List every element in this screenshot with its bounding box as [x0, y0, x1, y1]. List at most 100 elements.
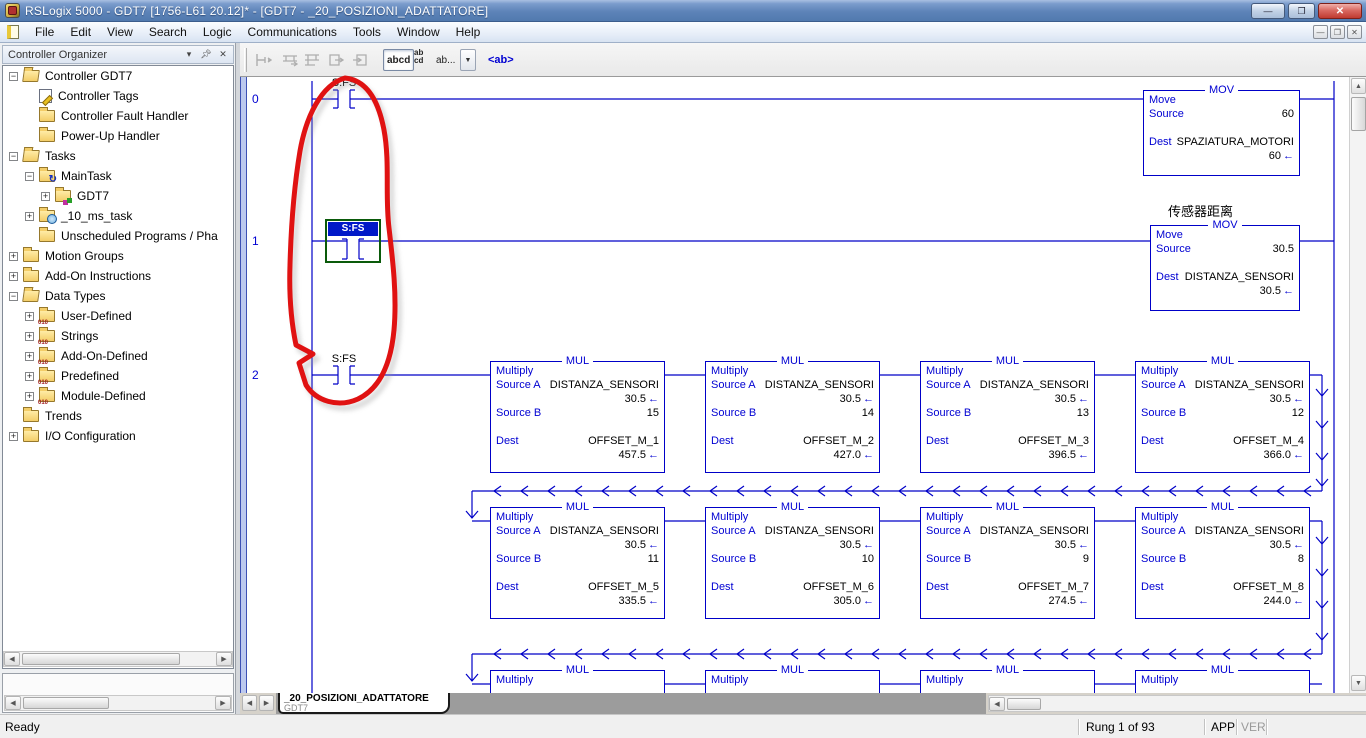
- mul-instruction[interactable]: MUL Multiply Source ADISTANZA_SENSORI 30…: [1135, 361, 1310, 473]
- expand-icon[interactable]: +: [25, 332, 34, 341]
- expand-icon[interactable]: +: [9, 252, 18, 261]
- source-a-tag[interactable]: DISTANZA_SENSORI: [550, 524, 659, 538]
- scroll-thumb[interactable]: [22, 653, 180, 665]
- panel-close-icon[interactable]: ✕: [217, 49, 229, 60]
- expand-icon[interactable]: +: [9, 272, 18, 281]
- mul-instruction[interactable]: MUL Multiply: [920, 670, 1095, 693]
- expand-icon[interactable]: +: [9, 432, 18, 441]
- collapse-icon[interactable]: −: [9, 72, 18, 81]
- collapse-icon[interactable]: −: [9, 152, 18, 161]
- xic-contact-label[interactable]: S:FS: [314, 77, 374, 89]
- tree-item-controller-tags[interactable]: Controller Tags: [3, 86, 233, 106]
- mul-instruction[interactable]: MUL Multiply Source ADISTANZA_SENSORI 30…: [490, 507, 665, 619]
- dest-tag[interactable]: OFFSET_M_1: [588, 434, 659, 448]
- dest-tag[interactable]: SPAZIATURA_MOTORI: [1177, 135, 1294, 149]
- mul-instruction[interactable]: MUL Multiply Source ADISTANZA_SENSORI 30…: [920, 507, 1095, 619]
- scroll-thumb[interactable]: [1351, 97, 1366, 131]
- mul-instruction[interactable]: MUL Multiply Source ADISTANZA_SENSORI 30…: [705, 361, 880, 473]
- source-a-tag[interactable]: DISTANZA_SENSORI: [765, 524, 874, 538]
- source-a-tag[interactable]: DISTANZA_SENSORI: [980, 524, 1089, 538]
- dest-tag[interactable]: OFFSET_M_7: [1018, 580, 1089, 594]
- expand-icon[interactable]: +: [25, 212, 34, 221]
- new-rung-icon[interactable]: [252, 49, 274, 71]
- tree-item-add-on-instructions[interactable]: +Add-On Instructions: [3, 266, 233, 286]
- source-a-tag[interactable]: DISTANZA_SENSORI: [1195, 378, 1304, 392]
- branch-level-icon[interactable]: [302, 49, 324, 71]
- source-b-value[interactable]: 15: [647, 406, 659, 420]
- tag-display-dropdown[interactable]: ▼: [460, 49, 476, 71]
- menu-view[interactable]: View: [99, 23, 141, 41]
- mul-instruction[interactable]: MUL Multiply Source ADISTANZA_SENSORI 30…: [490, 361, 665, 473]
- dest-tag[interactable]: OFFSET_M_3: [1018, 434, 1089, 448]
- import-rung-icon[interactable]: [350, 49, 372, 71]
- menu-communications[interactable]: Communications: [240, 23, 345, 41]
- source-b-value[interactable]: 8: [1298, 552, 1304, 566]
- rung-number[interactable]: 0: [252, 92, 259, 106]
- source-value[interactable]: 60: [1282, 107, 1294, 121]
- scroll-right-icon[interactable]: ▶: [216, 652, 232, 666]
- source-a-tag[interactable]: DISTANZA_SENSORI: [765, 378, 874, 392]
- rung-number[interactable]: 2: [252, 368, 259, 382]
- ladder-hscrollbar[interactable]: ◀ ▶: [988, 695, 1366, 712]
- menu-tools[interactable]: Tools: [345, 23, 389, 41]
- menu-help[interactable]: Help: [448, 23, 489, 41]
- mul-instruction[interactable]: MUL Multiply: [1135, 670, 1310, 693]
- mul-instruction[interactable]: MUL Multiply Source ADISTANZA_SENSORI 30…: [705, 507, 880, 619]
- scroll-left-icon[interactable]: ◀: [4, 652, 20, 666]
- xic-contact-selected[interactable]: S:FS: [325, 219, 381, 263]
- scroll-right-icon[interactable]: ▶: [215, 696, 231, 710]
- pin-icon[interactable]: 📌︎: [200, 49, 212, 60]
- dest-tag[interactable]: OFFSET_M_2: [803, 434, 874, 448]
- tree-item-data-types[interactable]: −Data Types: [3, 286, 233, 306]
- source-a-tag[interactable]: DISTANZA_SENSORI: [980, 378, 1089, 392]
- scroll-down-icon[interactable]: ▼: [1351, 675, 1366, 691]
- tab-scroll-left-icon[interactable]: ◀: [242, 695, 257, 711]
- mul-instruction[interactable]: MUL Multiply: [705, 670, 880, 693]
- collapse-icon[interactable]: −: [25, 172, 34, 181]
- source-b-value[interactable]: 12: [1292, 406, 1304, 420]
- organizer-hscrollbar[interactable]: ◀ ▶: [3, 651, 233, 667]
- tree-item-trends[interactable]: Trends: [3, 406, 233, 426]
- toggle-tag-wrap-button[interactable]: ab cd: [414, 49, 423, 71]
- source-b-value[interactable]: 11: [648, 552, 659, 566]
- tree-item-user-defined[interactable]: +User-Defined: [3, 306, 233, 326]
- tree-item-add-on-defined[interactable]: +Add-On-Defined: [3, 346, 233, 366]
- expand-icon[interactable]: +: [41, 192, 50, 201]
- mul-instruction[interactable]: MUL Multiply Source ADISTANZA_SENSORI 30…: [920, 361, 1095, 473]
- tree-item-module-defined[interactable]: +Module-Defined: [3, 386, 233, 406]
- minimize-button[interactable]: —: [1251, 3, 1285, 19]
- mov-instruction[interactable]: MOV Move Source30.5 DestDISTANZA_SENSORI…: [1150, 225, 1300, 311]
- scroll-up-icon[interactable]: ▲: [1351, 78, 1366, 94]
- tree-item-unscheduled-programs-pha[interactable]: Unscheduled Programs / Pha: [3, 226, 233, 246]
- tree-item-maintask[interactable]: −MainTask: [3, 166, 233, 186]
- tree-item-strings[interactable]: +Strings: [3, 326, 233, 346]
- source-a-tag[interactable]: DISTANZA_SENSORI: [1195, 524, 1304, 538]
- dest-tag[interactable]: OFFSET_M_8: [1233, 580, 1304, 594]
- menu-file[interactable]: File: [27, 23, 62, 41]
- tree-item-gdt7[interactable]: +GDT7: [3, 186, 233, 206]
- tree-item-tasks[interactable]: −Tasks: [3, 146, 233, 166]
- dest-tag[interactable]: DISTANZA_SENSORI: [1185, 270, 1294, 284]
- collapse-icon[interactable]: −: [9, 292, 18, 301]
- tree-item-motion-groups[interactable]: +Motion Groups: [3, 246, 233, 266]
- branch-icon[interactable]: [280, 49, 302, 71]
- dest-tag[interactable]: OFFSET_M_4: [1233, 434, 1304, 448]
- menu-window[interactable]: Window: [389, 23, 448, 41]
- ladder-vscrollbar[interactable]: ▲ ▼: [1349, 77, 1366, 693]
- dest-tag[interactable]: OFFSET_M_5: [588, 580, 659, 594]
- menu-edit[interactable]: Edit: [62, 23, 99, 41]
- routine-tab[interactable]: _20_POSIZIONI_ADATTATORE GDT7: [278, 693, 450, 714]
- lower-hscrollbar[interactable]: ◀ ▶: [4, 695, 232, 711]
- dest-tag[interactable]: OFFSET_M_6: [803, 580, 874, 594]
- mov-instruction[interactable]: MOV Move Source60 DestSPAZIATURA_MOTORI …: [1143, 90, 1300, 176]
- tree-item-controller-fault-handler[interactable]: Controller Fault Handler: [3, 106, 233, 126]
- source-b-value[interactable]: 14: [862, 406, 874, 420]
- scroll-thumb[interactable]: [1007, 698, 1041, 710]
- toolbar-grip[interactable]: [244, 48, 247, 72]
- scroll-thumb[interactable]: [23, 697, 109, 709]
- mul-instruction[interactable]: MUL Multiply: [490, 670, 665, 693]
- rung-comment[interactable]: 传感器距离: [1168, 201, 1233, 220]
- source-b-value[interactable]: 9: [1083, 552, 1089, 566]
- expand-icon[interactable]: +: [25, 312, 34, 321]
- ladder-canvas[interactable]: 0 1 2 S:FS S:FS S:FS 传感器距离 MOV Move Sour…: [240, 77, 1349, 693]
